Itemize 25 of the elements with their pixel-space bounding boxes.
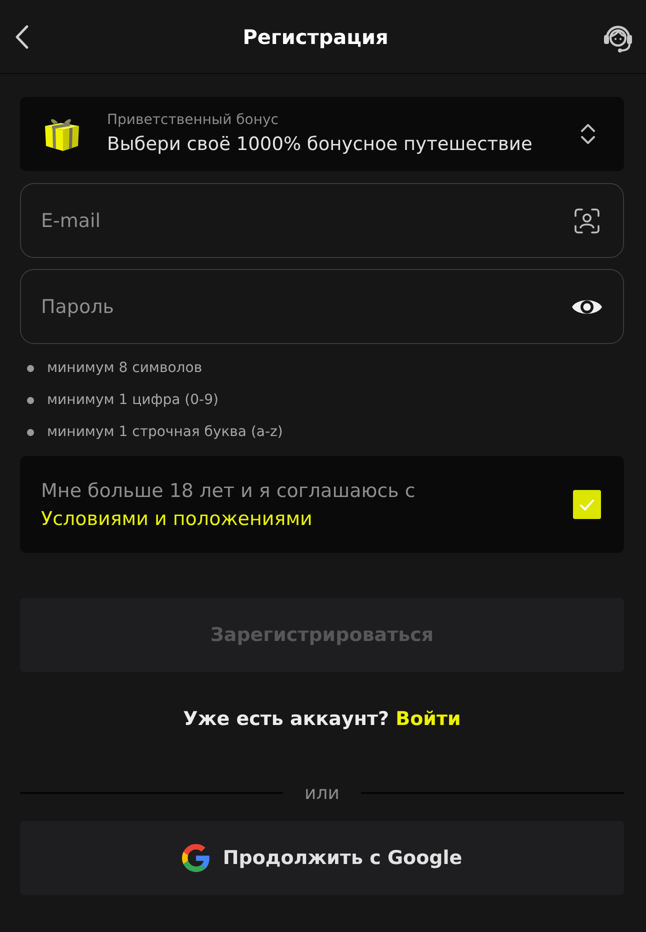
terms-link[interactable]: Условиями и положениями <box>41 508 312 530</box>
login-prompt: Уже есть аккаунт? Войти <box>182 707 462 731</box>
bullet-dot-icon <box>27 396 34 404</box>
password-rule: минимум 1 цифра (0-9) <box>47 392 218 408</box>
bonus-selector[interactable]: Приветственный бонус Выбери своё 1000% бонусное путешествие <box>20 97 624 171</box>
terms-text: Мне больше 18 лет и я соглашаюсь с Условиями и положениями <box>41 478 416 532</box>
bullet-dot-icon <box>27 364 34 372</box>
password-rule: минимум 8 символов <box>47 360 202 376</box>
password-rule: минимум 1 строчная буква (a-z) <box>47 424 283 440</box>
face-scan-icon[interactable] <box>574 208 600 234</box>
page-title: Регистрация <box>242 24 388 48</box>
password-field[interactable]: Пароль <box>20 269 624 344</box>
bonus-label: Приветственный бонус <box>107 112 280 128</box>
up-down-chevron-icon <box>580 122 596 146</box>
google-button[interactable]: Продолжить с Google <box>20 821 624 895</box>
bonus-value: Выбери своё 1000% бонусное путешествие <box>107 132 534 156</box>
email-field[interactable]: E-mail <box>20 183 624 258</box>
back-chevron-icon[interactable] <box>15 24 29 48</box>
login-link[interactable]: Войти <box>396 708 461 730</box>
google-button-label: Продолжить с Google <box>222 847 462 869</box>
google-icon <box>182 844 210 872</box>
divider-label: или <box>304 782 340 804</box>
terms-checkbox[interactable] <box>573 490 601 519</box>
checkmark-icon <box>579 498 595 512</box>
bullet-dot-icon <box>27 428 34 436</box>
